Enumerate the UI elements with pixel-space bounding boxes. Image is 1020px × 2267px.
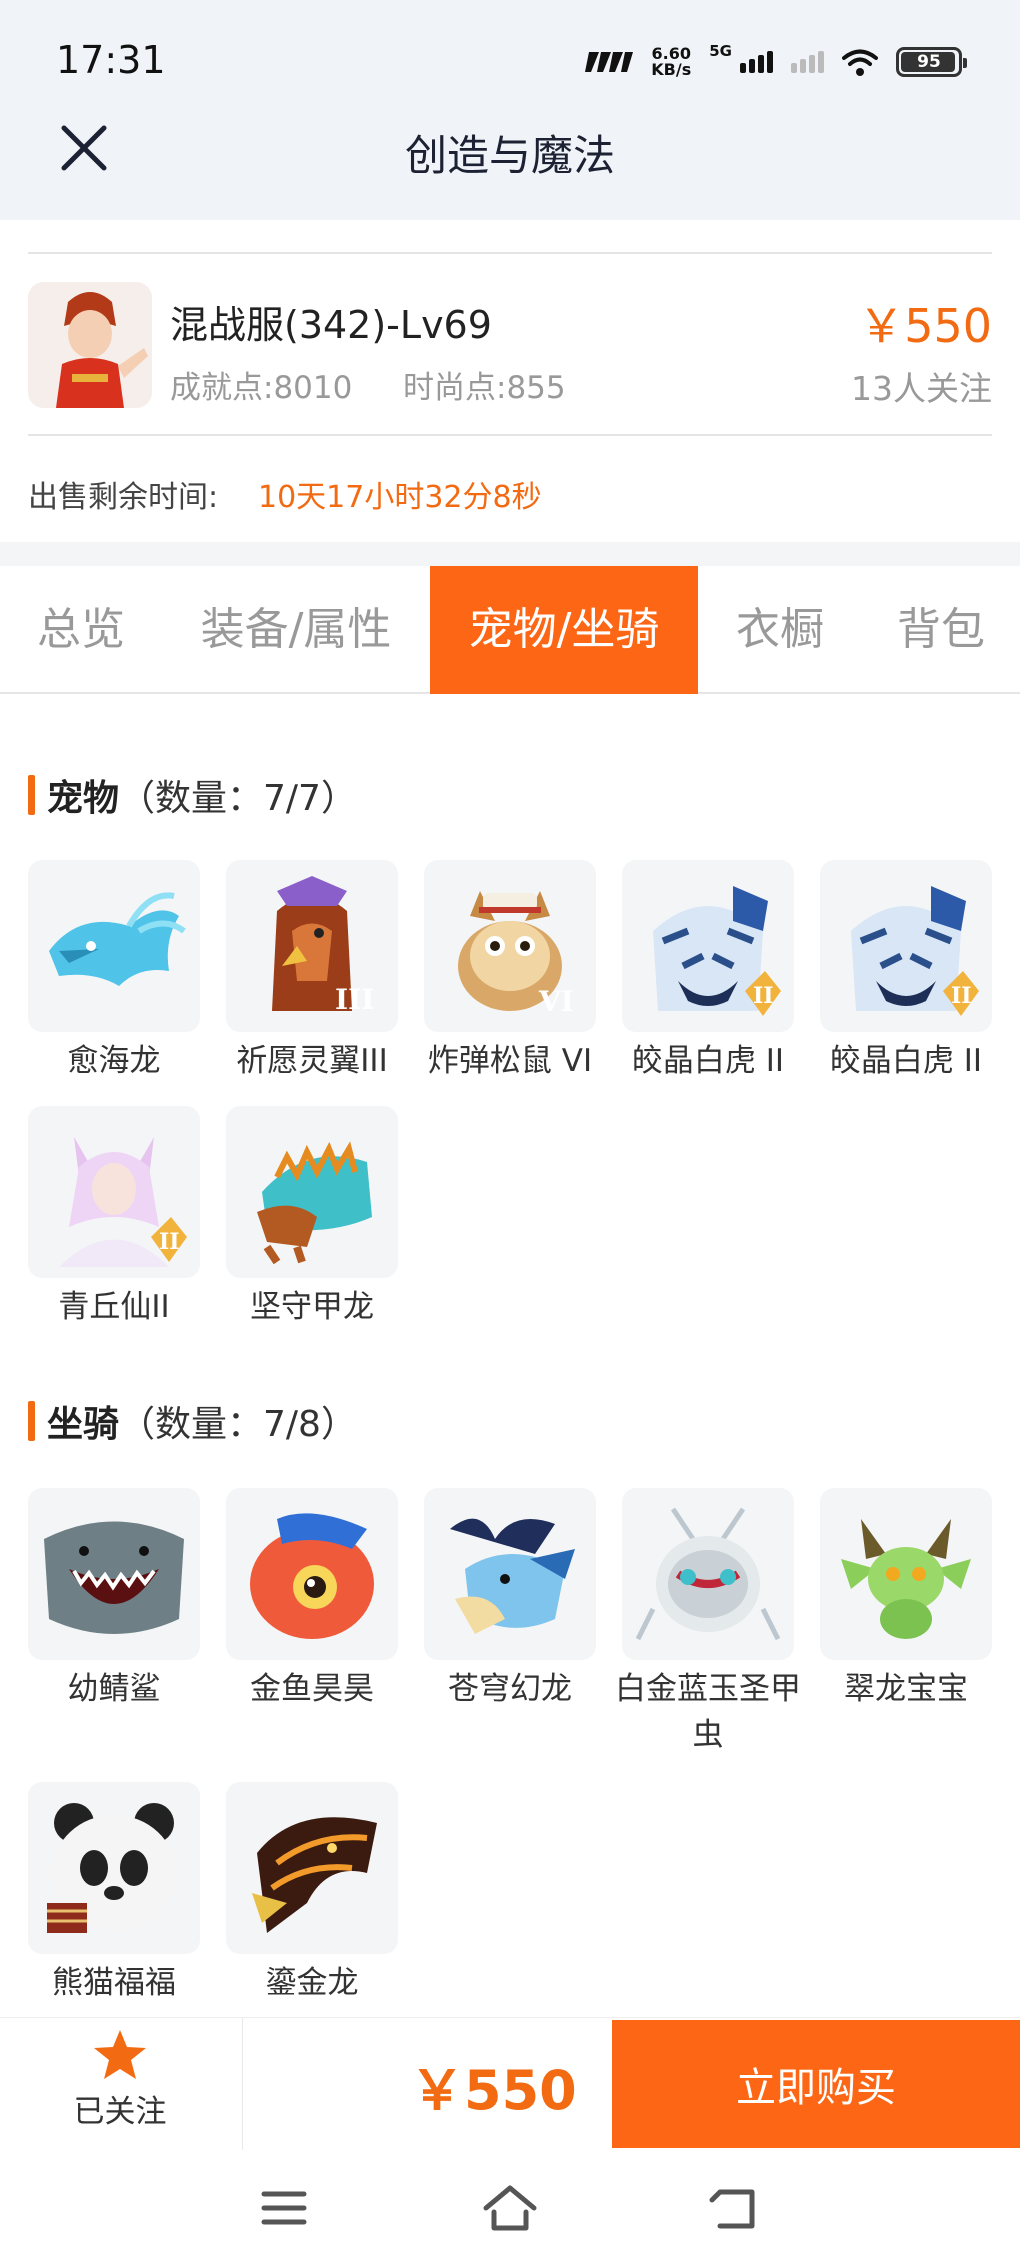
pets-title: 宠物 bbox=[47, 778, 120, 819]
tab-wardrobe[interactable]: 衣橱 bbox=[712, 566, 848, 694]
top-header: 17:31 6.60 KB/s 5G 95 创造与魔法 bbox=[0, 0, 1020, 220]
badge-text: II bbox=[951, 983, 972, 1009]
remaining-time-value: 10天17小时32分8秒 bbox=[258, 480, 542, 515]
mount-card[interactable]: 幼鲭鲨 bbox=[28, 1488, 200, 1712]
pet-card[interactable]: VI 炸弹松鼠 VI bbox=[424, 860, 596, 1084]
mount-name: 金鱼昊昊 bbox=[250, 1671, 374, 1707]
tab-backpack[interactable]: 背包 bbox=[866, 566, 1016, 694]
wifi-icon bbox=[842, 49, 878, 76]
pet-name: 青丘仙II bbox=[58, 1289, 170, 1325]
white-tiger-icon: II bbox=[622, 860, 794, 1032]
bottom-price: ￥550 bbox=[410, 2059, 577, 2122]
item-name: 混战服(342)-Lv69 bbox=[170, 303, 492, 347]
pet-card[interactable]: II 青丘仙II bbox=[28, 1106, 200, 1330]
tab-pets-mounts[interactable]: 宠物/坐骑 bbox=[430, 566, 698, 694]
pet-name: 坚守甲龙 bbox=[250, 1289, 374, 1325]
pets-count: （数量：7/7） bbox=[119, 778, 357, 819]
squirrel-icon: VI bbox=[424, 860, 596, 1032]
status-icons: 6.60 KB/s 5G 95 bbox=[583, 42, 967, 82]
mount-name: 白金蓝玉圣甲虫 bbox=[615, 1671, 801, 1753]
pet-card[interactable]: 愈海龙 bbox=[28, 860, 200, 1084]
pet-card[interactable]: II 皎晶白虎 II bbox=[820, 860, 992, 1084]
divider bbox=[242, 2018, 243, 2150]
ice-dragon-icon bbox=[28, 860, 200, 1032]
tab-equipment[interactable]: 装备/属性 bbox=[178, 566, 414, 694]
eagle-icon: III bbox=[226, 860, 398, 1032]
battery-icon: 95 bbox=[896, 47, 967, 77]
baby-dragon-icon bbox=[820, 1488, 992, 1660]
system-nav-bar bbox=[0, 2150, 1020, 2267]
scarab-icon bbox=[622, 1488, 794, 1660]
remaining-time-label: 出售剩余时间: bbox=[28, 480, 219, 515]
pet-name: 愈海龙 bbox=[67, 1043, 161, 1079]
follow-button[interactable]: 已关注 bbox=[40, 2028, 200, 2140]
bottom-action-bar: 已关注 ￥550 立即购买 bbox=[0, 2017, 1020, 2150]
battery-level: 95 bbox=[917, 52, 941, 72]
mounts-title: 坐骑 bbox=[47, 1404, 120, 1445]
mount-name: 熊猫福福 bbox=[52, 1965, 176, 2001]
mount-card[interactable]: 金鱼昊昊 bbox=[226, 1488, 398, 1712]
pet-card[interactable]: II 皎晶白虎 II bbox=[622, 860, 794, 1084]
section-marker bbox=[28, 775, 35, 815]
net-speed: 6.60 KB/s bbox=[651, 46, 691, 78]
badge-text: II bbox=[159, 1229, 180, 1255]
panda-icon bbox=[28, 1782, 200, 1954]
pet-name: 炸弹松鼠 VI bbox=[427, 1043, 593, 1079]
network-type: 5G bbox=[709, 42, 732, 60]
mount-card[interactable]: 熊猫福福 bbox=[28, 1782, 200, 2006]
signal-2-icon bbox=[791, 51, 824, 73]
shark-icon bbox=[28, 1488, 200, 1660]
mount-name: 幼鲭鲨 bbox=[67, 1671, 161, 1707]
badge-text: III bbox=[335, 983, 374, 1016]
mount-card[interactable]: 白金蓝玉圣甲虫 bbox=[615, 1488, 801, 1758]
badge-text: II bbox=[753, 983, 774, 1009]
pet-name: 皎晶白虎 II bbox=[829, 1043, 983, 1079]
mount-card[interactable]: 鎏金龙 bbox=[226, 1782, 398, 2006]
net-speed-unit: KB/s bbox=[651, 60, 692, 79]
fox-fairy-icon: II bbox=[28, 1106, 200, 1278]
status-time: 17:31 bbox=[56, 38, 166, 82]
mounts-section-header: 坐骑 （数量：7/8） bbox=[28, 1400, 357, 1445]
mounts-count: （数量：7/8） bbox=[119, 1404, 357, 1445]
pet-card[interactable]: 坚守甲龙 bbox=[226, 1106, 398, 1330]
mount-name: 翠龙宝宝 bbox=[844, 1671, 968, 1707]
white-tiger-icon: II bbox=[820, 860, 992, 1032]
home-icon[interactable] bbox=[480, 2180, 540, 2236]
listing-price: ￥550 bbox=[858, 299, 992, 353]
tab-bar: 总览 装备/属性 宠物/坐骑 衣橱 背包 bbox=[0, 566, 1020, 694]
menu-icon[interactable] bbox=[254, 2180, 314, 2236]
armored-dragon-icon bbox=[226, 1106, 398, 1278]
star-icon bbox=[94, 2030, 146, 2079]
back-icon[interactable] bbox=[706, 2180, 766, 2236]
character-avatar bbox=[28, 282, 152, 408]
pet-card[interactable]: III 祈愿灵翼III bbox=[226, 860, 398, 1084]
mount-name: 鎏金龙 bbox=[265, 1965, 359, 2001]
divider bbox=[28, 434, 992, 436]
pets-section-header: 宠物 （数量：7/7） bbox=[28, 774, 357, 819]
fashion-points: 时尚点:855 bbox=[403, 370, 566, 406]
signal-icon bbox=[740, 51, 773, 73]
achievement-points: 成就点:8010 bbox=[170, 370, 353, 406]
mount-name: 苍穹幻龙 bbox=[448, 1671, 572, 1707]
mount-card[interactable]: 苍穹幻龙 bbox=[424, 1488, 596, 1712]
speed-indicator-icon bbox=[585, 52, 634, 72]
sky-dragon-icon bbox=[424, 1488, 596, 1660]
golden-dragon-icon bbox=[226, 1782, 398, 1954]
section-gap bbox=[0, 542, 1020, 566]
pet-name: 祈愿灵翼III bbox=[236, 1043, 388, 1079]
page-title: 创造与魔法 bbox=[404, 131, 615, 180]
goldfish-icon bbox=[226, 1488, 398, 1660]
tab-overview[interactable]: 总览 bbox=[0, 566, 162, 694]
pet-name: 皎晶白虎 II bbox=[631, 1043, 785, 1079]
divider bbox=[28, 252, 992, 254]
follow-label: 已关注 bbox=[73, 2094, 167, 2130]
section-marker bbox=[28, 1401, 35, 1441]
mount-card[interactable]: 翠龙宝宝 bbox=[820, 1488, 992, 1712]
badge-text: VI bbox=[538, 985, 574, 1018]
buy-now-button[interactable]: 立即购买 bbox=[612, 2020, 1020, 2148]
follower-count: 13人关注 bbox=[851, 369, 992, 408]
